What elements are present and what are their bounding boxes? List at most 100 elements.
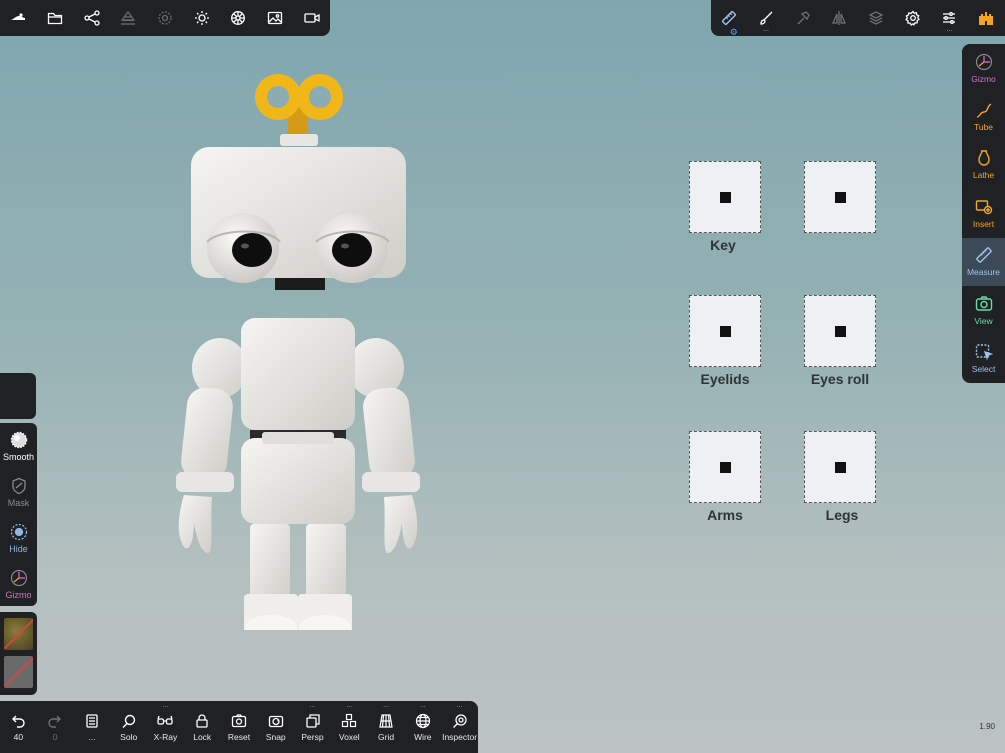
voxel-more: ... <box>346 702 353 709</box>
sliders-icon[interactable]: ... <box>931 0 968 36</box>
persp-label: Persp <box>301 731 324 742</box>
castle-icon[interactable] <box>968 0 1005 36</box>
tool-lathe[interactable]: Lathe <box>962 141 1005 189</box>
color-swatch[interactable] <box>4 656 33 688</box>
settings-icon[interactable] <box>894 0 931 36</box>
brush-more: ... <box>763 26 769 33</box>
tool-gizmo[interactable]: Gizmo <box>962 44 1005 92</box>
grid-icon <box>379 713 393 728</box>
wire-more: ... <box>419 702 426 709</box>
redo-button[interactable]: 0 <box>37 701 74 753</box>
left-small-panel[interactable] <box>0 373 36 419</box>
shape-key-legs[interactable] <box>804 431 876 503</box>
top-left-toolbar <box>0 0 330 36</box>
symmetry-icon[interactable] <box>821 0 858 36</box>
tool-measure[interactable]: Measure <box>962 237 1005 286</box>
voxel-button[interactable]: ... Voxel <box>331 701 368 753</box>
layers-icon[interactable] <box>858 0 895 36</box>
tool-smooth[interactable]: Smooth <box>0 423 37 469</box>
grid-button[interactable]: ... Grid <box>368 701 405 753</box>
image-icon[interactable] <box>257 0 294 36</box>
lathe-icon <box>977 150 990 167</box>
ruler-icon <box>975 247 992 263</box>
robot-torso <box>241 318 355 524</box>
grid-more: ... <box>383 702 389 709</box>
shape-label-legs: Legs <box>825 507 859 523</box>
perspective-icon <box>305 713 320 728</box>
lock-label: Lock <box>193 731 212 742</box>
solo-button[interactable]: Solo <box>110 701 147 753</box>
camera-icon[interactable] <box>293 0 330 36</box>
undo-icon <box>12 715 26 728</box>
windup-key <box>255 74 343 146</box>
tool-label: Measure <box>966 267 1001 278</box>
robot-legs <box>244 524 352 630</box>
history-more: ... <box>88 731 96 742</box>
robot-arm-right <box>348 338 420 553</box>
tool-hide[interactable]: Hide <box>0 515 37 561</box>
inspector-button[interactable]: ... Inspector <box>441 701 478 753</box>
redo-count: 0 <box>52 731 58 742</box>
wireframe-icon <box>415 713 430 728</box>
tool-label: Smooth <box>2 451 35 462</box>
persp-button[interactable]: ... Persp <box>294 701 331 753</box>
shape-key-eyelids[interactable] <box>689 295 761 367</box>
solo-label: Solo <box>120 731 138 742</box>
camera-icon <box>975 295 992 311</box>
robot-model[interactable] <box>170 70 430 635</box>
snap-button[interactable]: Snap <box>257 701 294 753</box>
xray-more: ... <box>162 702 169 709</box>
hammer-icon[interactable] <box>784 0 821 36</box>
xray-button[interactable]: ... X-Ray <box>147 701 184 753</box>
bottom-toolbar: 40 0 ... Solo ... X-Ray Lock Reset Snap … <box>0 701 478 753</box>
undo-button[interactable]: 40 <box>0 701 37 753</box>
ruler-icon[interactable]: ⚙ <box>711 0 748 37</box>
reset-camera-icon <box>231 713 247 727</box>
shape-key-eyes-roll[interactable] <box>804 295 876 367</box>
shape-key-unnamed[interactable] <box>804 161 876 233</box>
glasses-icon <box>157 715 174 725</box>
sliders-more: ... <box>946 26 953 33</box>
shape-key-key[interactable] <box>689 161 761 233</box>
tool-mask[interactable]: Mask <box>0 469 37 515</box>
gizmo-icon <box>10 569 27 586</box>
shape-key-arms[interactable] <box>689 431 761 503</box>
snap-camera-icon <box>268 715 283 727</box>
tool-select[interactable]: Select <box>962 334 1005 382</box>
logo-icon[interactable] <box>0 0 37 36</box>
wire-label: Wire <box>414 731 432 742</box>
tool-gizmo-left[interactable]: Gizmo <box>0 561 37 607</box>
material-icon[interactable] <box>220 0 257 36</box>
gizmo-icon <box>975 53 992 70</box>
brush-icon[interactable]: ... <box>748 0 785 36</box>
wire-button[interactable]: ... Wire <box>404 701 441 753</box>
tool-label: Lathe <box>972 170 995 181</box>
robot-arm-left <box>176 338 248 553</box>
undo-count: 40 <box>13 731 24 742</box>
smooth-icon <box>10 431 27 448</box>
material-swatch[interactable] <box>4 618 33 650</box>
lock-button[interactable]: Lock <box>184 701 221 753</box>
insert-icon <box>975 200 992 215</box>
tool-label: Gizmo <box>971 73 996 84</box>
tool-tube[interactable]: Tube <box>962 92 1005 140</box>
folder-icon[interactable] <box>37 0 74 36</box>
history-button[interactable]: ... <box>74 701 111 753</box>
hide-icon <box>10 523 27 540</box>
tool-insert[interactable]: Insert <box>962 189 1005 237</box>
right-toolbar: Gizmo Tube Lathe Insert Measure View Sel… <box>962 44 1005 383</box>
scene-graph-icon[interactable] <box>73 0 110 36</box>
target-icon[interactable] <box>147 0 184 36</box>
lock-icon <box>196 713 208 728</box>
tool-view[interactable]: View <box>962 286 1005 334</box>
reset-label: Reset <box>227 731 251 742</box>
tool-label: Tube <box>973 122 994 133</box>
tool-label: Mask <box>7 497 30 508</box>
sun-icon[interactable] <box>183 0 220 36</box>
inspector-more: ... <box>456 702 463 709</box>
shape-label-eyes-roll: Eyes roll <box>810 371 870 387</box>
tube-icon <box>976 103 991 118</box>
stack-icon[interactable] <box>110 0 147 36</box>
reset-button[interactable]: Reset <box>221 701 258 753</box>
mask-icon <box>11 477 26 494</box>
